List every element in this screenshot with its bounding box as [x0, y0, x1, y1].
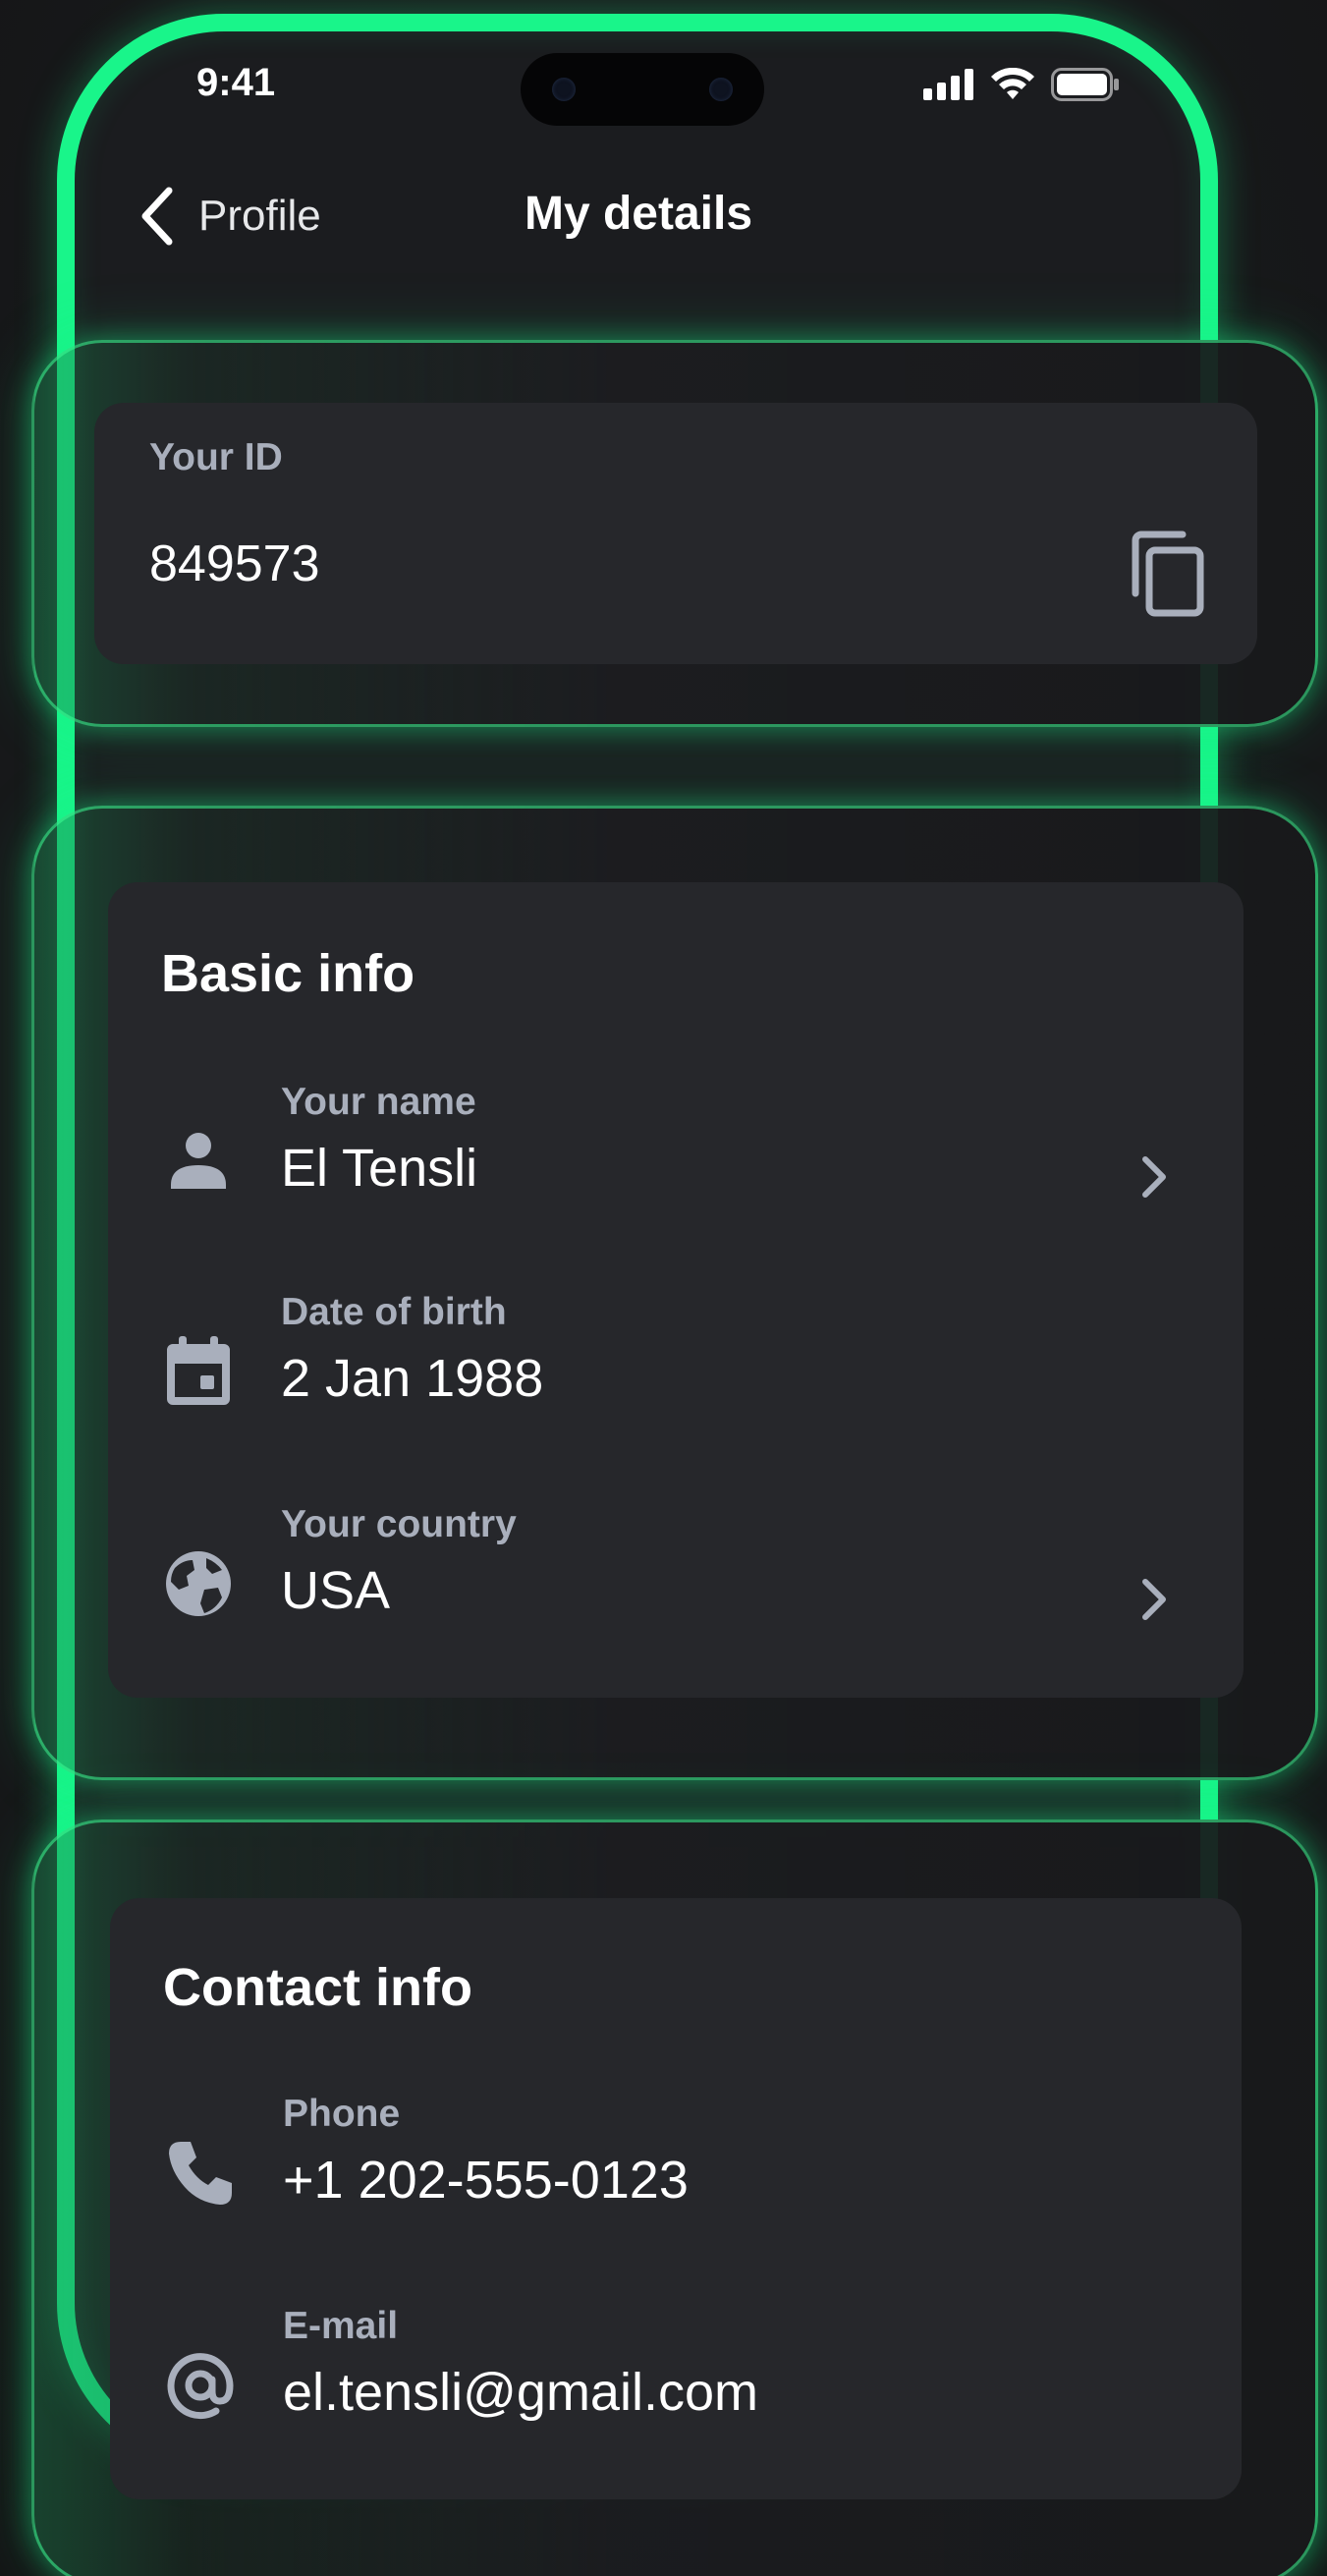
id-value: 849573	[149, 535, 320, 592]
page-title: My details	[524, 188, 753, 240]
country-value: USA	[281, 1561, 391, 1620]
battery-icon	[1051, 68, 1119, 101]
basic-info-title: Basic info	[161, 944, 415, 1003]
wifi-icon	[991, 68, 1034, 99]
email-row[interactable]: E-mail el.tensli@gmail.com	[110, 2293, 1242, 2480]
phone-value: +1 202-555-0123	[283, 2151, 689, 2210]
status-icons	[923, 65, 1120, 104]
birthdate-label: Date of birth	[281, 1291, 507, 1333]
status-time: 9:41	[196, 61, 276, 104]
name-row[interactable]: Your name El Tensli	[108, 1069, 1244, 1256]
email-value: el.tensli@gmail.com	[283, 2363, 758, 2422]
phone-row[interactable]: Phone +1 202-555-0123	[110, 2081, 1242, 2268]
id-card: Your ID 849573	[94, 403, 1257, 664]
dynamic-island	[521, 53, 764, 126]
camera-lens-icon	[552, 78, 576, 101]
contact-info-card: Contact info Phone +1 202-555-0123 E-mai…	[110, 1898, 1242, 2499]
phone-label: Phone	[283, 2093, 401, 2135]
globe-icon	[166, 1551, 231, 1616]
copy-icon[interactable]	[1128, 529, 1206, 617]
country-label: Your country	[281, 1503, 517, 1545]
basic-info-card: Basic info Your name El Tensli Date of b…	[108, 882, 1244, 1698]
name-value: El Tensli	[281, 1139, 478, 1198]
calendar-icon	[167, 1336, 230, 1405]
name-label: Your name	[281, 1081, 476, 1123]
chevron-left-icon	[141, 187, 173, 246]
person-icon	[171, 1133, 226, 1189]
back-button[interactable]: Profile	[138, 182, 321, 251]
app-screen: 9:41 Profile My details Your ID 849573 B…	[0, 0, 1327, 2576]
chevron-right-icon	[1142, 1579, 1166, 1620]
country-row[interactable]: Your country USA	[108, 1491, 1244, 1678]
phone-icon	[169, 2142, 232, 2205]
at-sign-icon	[167, 2353, 234, 2420]
contact-info-title: Contact info	[163, 1958, 472, 2017]
sensor-icon	[709, 78, 733, 101]
cellular-signal-icon	[923, 69, 973, 100]
email-label: E-mail	[283, 2305, 399, 2347]
chevron-right-icon	[1142, 1156, 1166, 1198]
birthdate-row: Date of birth 2 Jan 1988	[108, 1279, 1244, 1466]
back-button-label: Profile	[198, 192, 321, 240]
birthdate-value: 2 Jan 1988	[281, 1349, 544, 1408]
id-label: Your ID	[149, 436, 283, 478]
